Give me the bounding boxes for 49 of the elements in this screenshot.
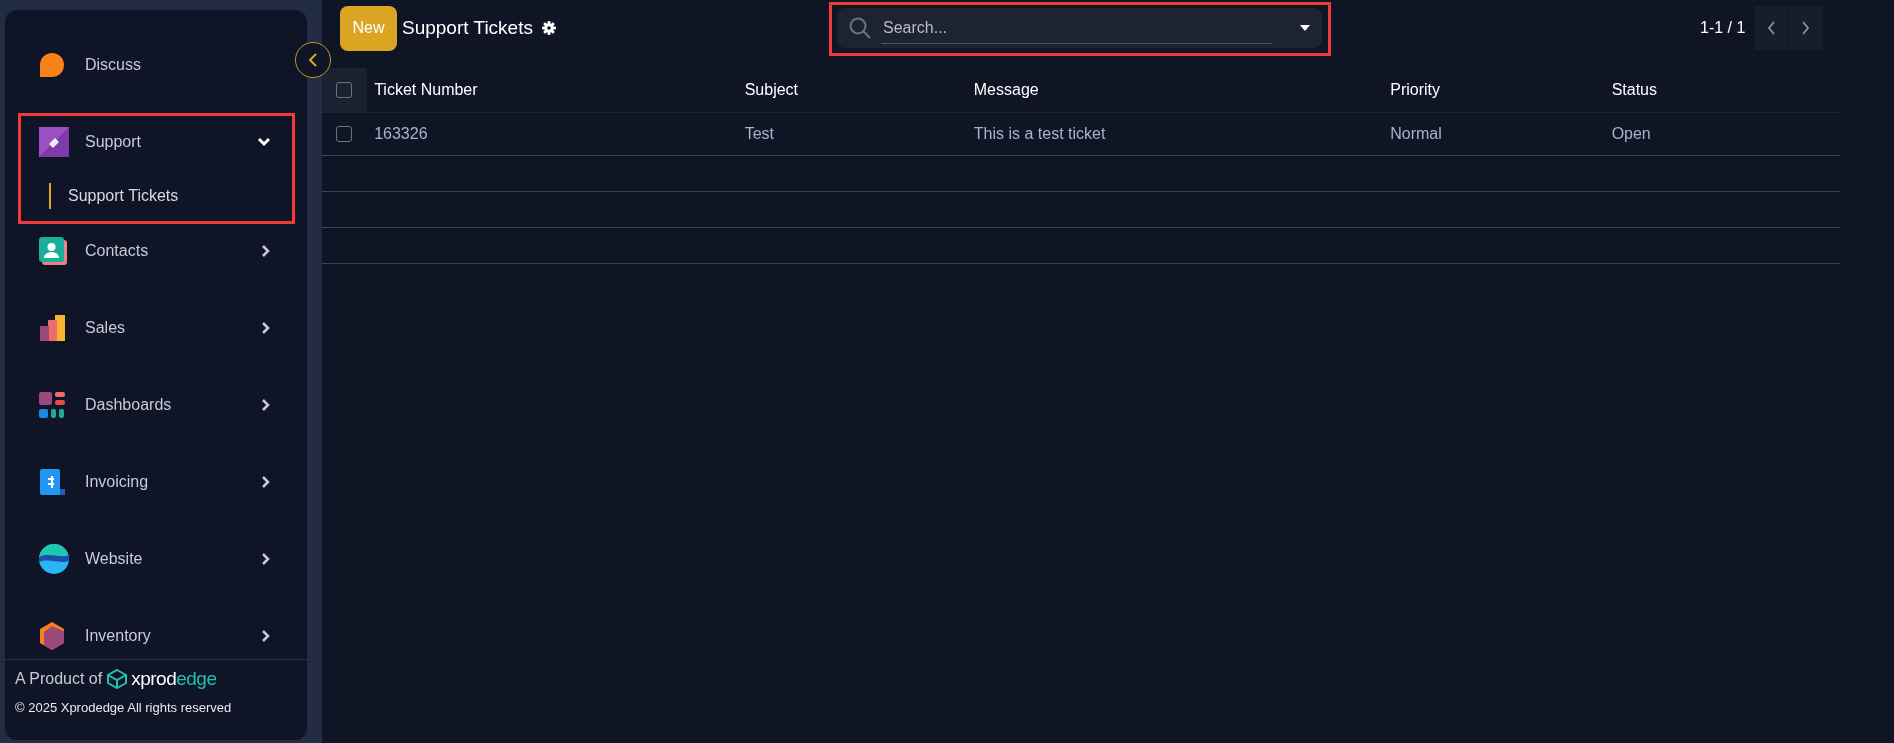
table-cell: Open	[1604, 112, 1840, 156]
sidebar-item[interactable]: Website	[19, 520, 293, 597]
table-cell: Normal	[1383, 112, 1605, 156]
speech-bubble-icon	[39, 51, 65, 78]
dropdown-caret-icon[interactable]	[1300, 25, 1310, 31]
chevron-right-icon	[261, 474, 271, 489]
bar-chart-icon	[39, 314, 65, 341]
sidebar-item[interactable]: Inventory	[19, 597, 293, 659]
contact-card-icon	[39, 236, 67, 265]
chevron-right-icon	[261, 628, 271, 643]
search-field[interactable]: Search...	[837, 8, 1322, 48]
column-header[interactable]: Message	[966, 68, 1384, 113]
table-cell: 163326	[367, 112, 738, 156]
globe-waves-icon	[39, 543, 69, 574]
ticket-icon	[39, 126, 69, 157]
sidebar-item[interactable]: Support	[19, 103, 293, 180]
row-checkbox[interactable]	[336, 126, 352, 142]
chevron-right-icon	[261, 243, 271, 258]
chevron-right-icon	[261, 551, 271, 566]
sidebar-item[interactable]: Dashboards	[19, 366, 293, 443]
page-title: Support Tickets	[402, 17, 533, 39]
table-cell: This is a test ticket	[966, 112, 1384, 156]
copyright-text: © 2025 Xprodedge All rights reserved	[15, 700, 233, 715]
hexagon-box-icon	[39, 621, 65, 650]
sidebar-item[interactable]: Sales	[19, 289, 293, 366]
invoice-icon	[39, 468, 65, 495]
chevron-right-icon	[261, 397, 271, 412]
dashboard-tiles-icon	[39, 391, 65, 418]
column-header[interactable]: Status	[1604, 68, 1840, 113]
chevron-left-icon	[1767, 20, 1777, 36]
chevron-down-icon	[257, 136, 271, 147]
chevron-right-icon	[261, 320, 271, 335]
column-header[interactable]: Priority	[1383, 68, 1605, 113]
chevron-right-icon	[1801, 20, 1811, 36]
chevron-left-icon	[308, 52, 318, 68]
sidebar-subitem[interactable]: Support Tickets	[19, 180, 293, 212]
brand-logo: xprodedge	[106, 668, 217, 690]
sidebar-item[interactable]: Invoicing	[19, 443, 293, 520]
collapse-sidebar-button[interactable]	[295, 42, 331, 78]
search-icon	[849, 17, 871, 39]
sidebar-item[interactable]: Contacts	[19, 212, 293, 289]
select-all-checkbox[interactable]	[336, 82, 352, 98]
settings-icon[interactable]	[541, 21, 556, 35]
table-cell: Test	[737, 112, 967, 156]
pager-count: 1-1 / 1	[1700, 19, 1746, 37]
column-header[interactable]: Subject	[737, 68, 967, 113]
product-credit: A Product of	[15, 670, 103, 688]
sidebar-item[interactable]: Discuss	[19, 26, 293, 103]
column-header[interactable]: Ticket Number	[367, 68, 738, 113]
